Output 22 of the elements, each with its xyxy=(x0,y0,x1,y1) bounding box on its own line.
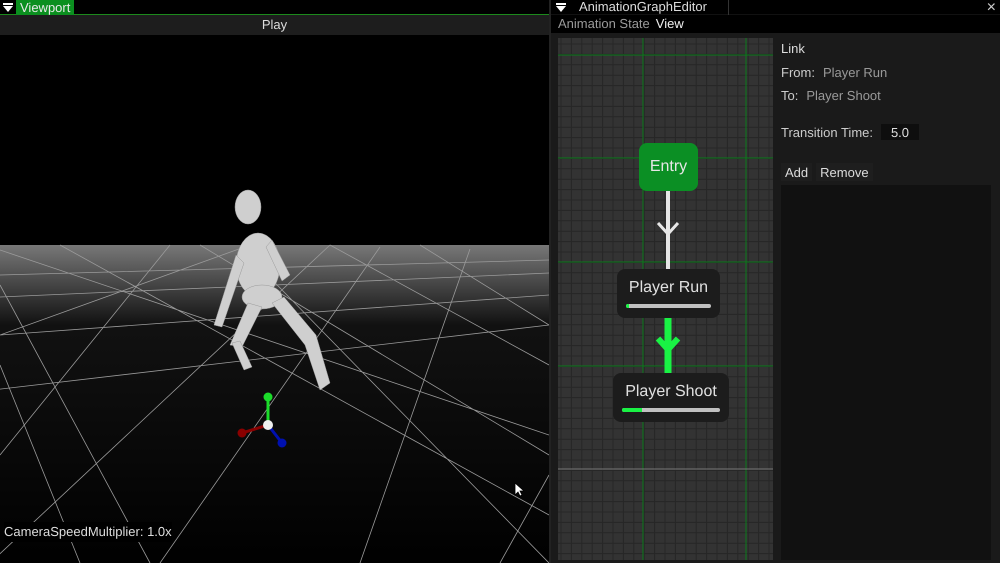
play-button[interactable]: Play xyxy=(0,15,549,35)
collapse-triangle-icon[interactable] xyxy=(556,2,566,12)
collapse-triangle-icon[interactable] xyxy=(3,2,13,12)
camera-speed-text: CameraSpeedMultiplier: 1.0x xyxy=(4,522,172,542)
close-button[interactable]: × xyxy=(986,0,996,14)
menu-item[interactable]: Animation State xyxy=(558,14,650,34)
menu-item[interactable]: View xyxy=(656,14,684,34)
mouse-cursor-icon xyxy=(514,482,524,497)
action-button[interactable]: Remove xyxy=(816,163,873,181)
state-node[interactable]: Player Run xyxy=(617,269,720,318)
from-label: From: xyxy=(781,64,815,82)
transition-time-field[interactable]: 5.0 xyxy=(881,124,919,140)
to-label: To: xyxy=(781,87,798,105)
from-value: Player Run xyxy=(822,64,888,82)
link-heading: Link xyxy=(781,40,806,58)
action-button[interactable]: Add xyxy=(781,163,812,181)
to-value: Player Shoot xyxy=(806,87,881,105)
state-name: Player Shoot xyxy=(625,383,717,400)
state-node[interactable]: Player Shoot xyxy=(613,373,729,422)
state-name: Player Run xyxy=(628,279,708,296)
transition-time-label: Transition Time: xyxy=(781,124,873,142)
graph-canvas[interactable]: Entry Player Run Player Shoot xyxy=(558,38,773,560)
